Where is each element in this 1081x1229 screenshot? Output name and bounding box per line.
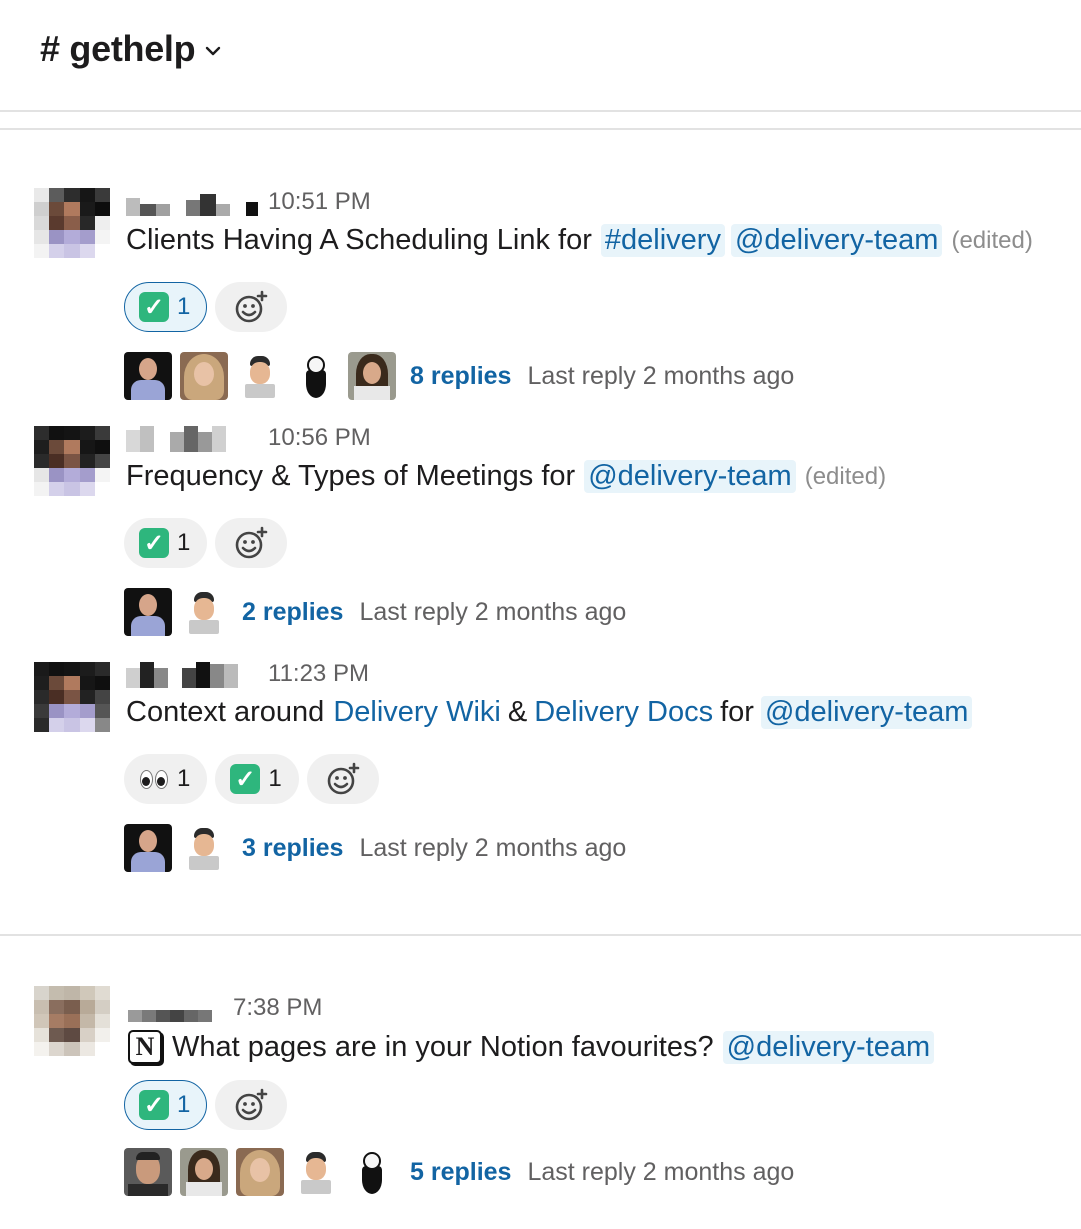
reactions-bar: ✓ 1	[124, 1080, 288, 1130]
thread-summary[interactable]: 5 replies Last reply 2 months ago	[124, 1148, 794, 1196]
add-reaction-icon	[236, 526, 268, 559]
chevron-down-icon	[206, 46, 221, 56]
replies-link[interactable]: 3 replies	[242, 834, 343, 863]
avatar	[292, 352, 340, 400]
timestamp[interactable]: 10:56 PM	[268, 424, 371, 452]
edited-label: (edited)	[804, 462, 887, 490]
author-name-redacted[interactable]	[128, 994, 212, 1022]
reaction-check-mark[interactable]: ✓ 1	[215, 754, 299, 804]
add-reaction-button[interactable]	[215, 282, 288, 332]
replies-link[interactable]: 5 replies	[410, 1158, 511, 1187]
reaction-count: 1	[177, 765, 191, 792]
add-reaction-icon	[327, 762, 360, 795]
message-body: for	[720, 696, 754, 728]
last-reply-text: Last reply 2 months ago	[527, 1157, 795, 1186]
avatar	[180, 352, 228, 400]
last-reply-text: Last reply 2 months ago	[359, 597, 627, 626]
message-body: Context around	[126, 696, 325, 728]
message-text: Context around Delivery Wiki & Delivery …	[126, 696, 975, 729]
avatar	[180, 1148, 228, 1196]
add-reaction-icon	[236, 290, 268, 323]
message-body: Clients Having A Scheduling Link for	[126, 224, 592, 256]
user-group-mention[interactable]: @delivery-team	[760, 696, 973, 729]
message-text: N What pages are in your Notion favourit…	[126, 1030, 937, 1064]
avatar[interactable]	[34, 188, 110, 258]
user-group-mention[interactable]: @delivery-team	[584, 460, 796, 493]
replies-link[interactable]: 8 replies	[410, 362, 511, 391]
message-text: Clients Having A Scheduling Link for #de…	[126, 224, 1033, 257]
reaction-count: 1	[177, 529, 191, 556]
eyes-emoji	[140, 769, 168, 789]
avatar	[348, 352, 396, 400]
avatar[interactable]	[34, 986, 110, 1056]
avatar	[180, 824, 228, 872]
day-divider	[0, 934, 1081, 936]
author-name-redacted[interactable]	[126, 660, 238, 688]
reaction-eyes[interactable]: 1	[124, 754, 208, 804]
add-reaction-icon	[236, 1088, 268, 1121]
avatar	[124, 352, 172, 400]
author-name-redacted[interactable]	[126, 188, 258, 216]
thread-summary[interactable]: 2 replies Last reply 2 months ago	[124, 588, 626, 636]
reaction-check-mark[interactable]: ✓ 1	[124, 1080, 208, 1130]
message-body: Frequency & Types of Meetings for	[126, 460, 576, 492]
check-mark-emoji: ✓	[139, 292, 169, 322]
delivery-wiki-link[interactable]: Delivery Wiki	[333, 696, 501, 729]
reactions-bar: ✓ 1	[124, 282, 288, 332]
replies-link[interactable]: 2 replies	[242, 598, 343, 627]
delivery-docs-link[interactable]: Delivery Docs	[534, 696, 713, 729]
avatar	[348, 1148, 396, 1196]
thread-summary[interactable]: 8 replies Last reply 2 months ago	[124, 352, 794, 400]
last-reply-text: Last reply 2 months ago	[359, 833, 627, 862]
avatar[interactable]	[34, 426, 110, 496]
channel-header: # gethelp	[0, 0, 1081, 112]
add-reaction-button[interactable]	[215, 1080, 288, 1130]
message-body: &	[507, 696, 528, 728]
channel-link[interactable]: #delivery	[600, 224, 725, 257]
avatar	[180, 588, 228, 636]
channel-name: # gethelp	[40, 28, 196, 69]
reactions-bar: ✓ 1	[124, 518, 288, 568]
reaction-check-mark[interactable]: ✓ 1	[124, 518, 208, 568]
reaction-count: 1	[268, 765, 282, 792]
message-text: Frequency & Types of Meetings for @deliv…	[126, 460, 886, 493]
add-reaction-button[interactable]	[215, 518, 288, 568]
reactions-bar: 1 ✓ 1	[124, 754, 379, 804]
avatar	[124, 588, 172, 636]
channel-name-button[interactable]: # gethelp	[40, 28, 221, 70]
avatar	[236, 352, 284, 400]
avatar	[236, 1148, 284, 1196]
avatar	[124, 1148, 172, 1196]
check-mark-emoji: ✓	[139, 1090, 169, 1120]
timestamp[interactable]: 7:38 PM	[233, 994, 322, 1022]
reaction-check-mark[interactable]: ✓ 1	[124, 282, 208, 332]
thread-summary[interactable]: 3 replies Last reply 2 months ago	[124, 824, 626, 872]
avatar	[124, 824, 172, 872]
divider	[0, 128, 1081, 130]
timestamp[interactable]: 10:51 PM	[268, 188, 371, 216]
reaction-count: 1	[177, 293, 191, 320]
avatar[interactable]	[34, 662, 110, 732]
avatar	[292, 1148, 340, 1196]
reaction-count: 1	[177, 1091, 191, 1118]
check-mark-emoji: ✓	[230, 764, 261, 794]
last-reply-text: Last reply 2 months ago	[527, 361, 795, 390]
message-body: What pages are in your Notion favourites…	[172, 1030, 714, 1063]
add-reaction-button[interactable]	[306, 754, 379, 804]
check-mark-emoji: ✓	[139, 528, 169, 558]
timestamp[interactable]: 11:23 PM	[268, 660, 369, 688]
user-group-mention[interactable]: @delivery-team	[730, 224, 943, 257]
author-name-redacted[interactable]	[126, 424, 226, 452]
edited-label: (edited)	[951, 226, 1033, 254]
user-group-mention[interactable]: @delivery-team	[722, 1030, 935, 1064]
notion-icon: N	[128, 1030, 162, 1064]
